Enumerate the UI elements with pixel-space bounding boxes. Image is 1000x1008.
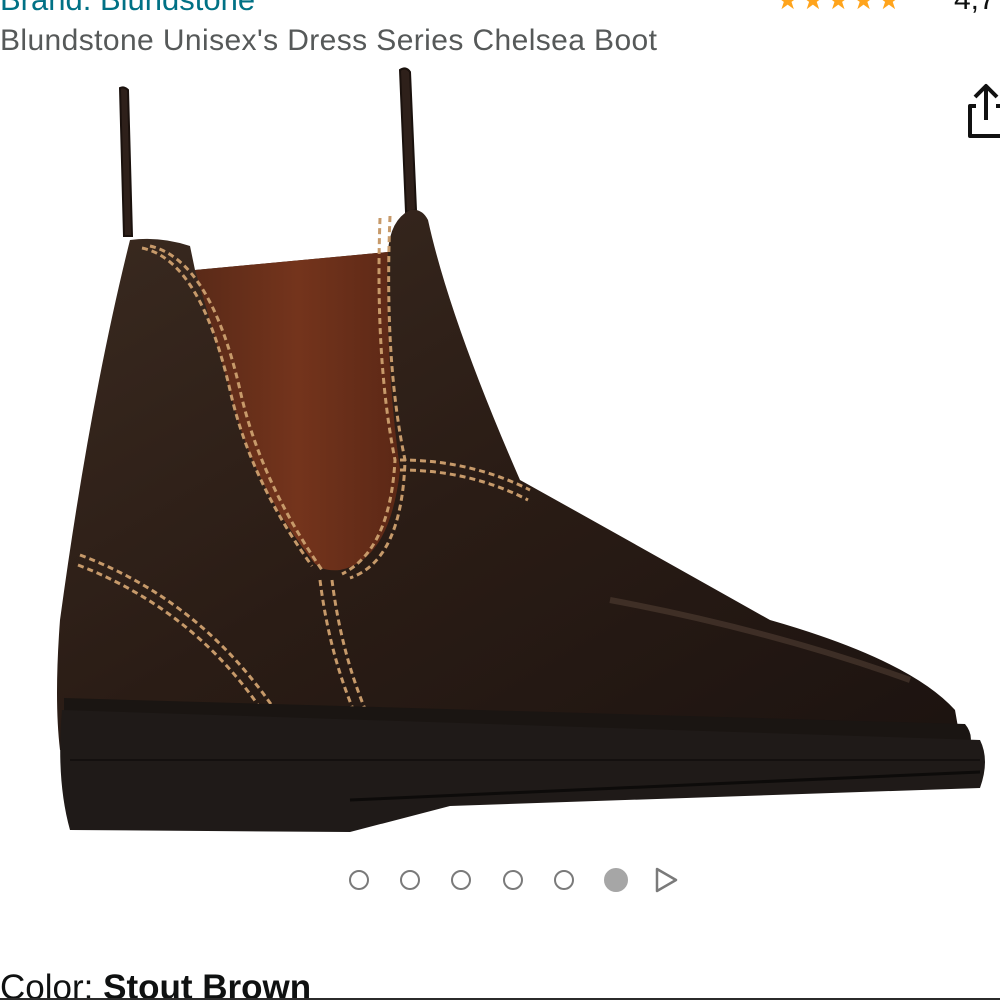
carousel-dot-5[interactable] [554,870,574,890]
carousel-dot-2[interactable] [400,870,420,890]
color-selection: Color: Stout Brown [0,968,311,1008]
image-carousel-dots [345,866,685,896]
rating-count[interactable]: 4,7 [954,0,996,15]
product-image[interactable] [50,60,995,850]
carousel-dot-4[interactable] [503,870,523,890]
carousel-next-button[interactable] [653,866,679,894]
brand-link[interactable]: Brand: Blundstone [0,0,255,15]
color-value: Stout Brown [103,968,312,1007]
brand-row: Brand: Blundstone ★★★★★ 4,7 [0,0,1000,15]
boot-image [57,67,985,832]
play-triangle-icon [655,867,678,893]
carousel-dot-1[interactable] [349,870,369,890]
color-label: Color: [0,968,104,1007]
product-title: Blundstone Unisex's Dress Series Chelsea… [0,24,658,57]
carousel-dot-6[interactable] [604,868,628,892]
carousel-dot-3[interactable] [451,870,471,890]
rating-stars[interactable]: ★★★★★ [776,0,903,14]
